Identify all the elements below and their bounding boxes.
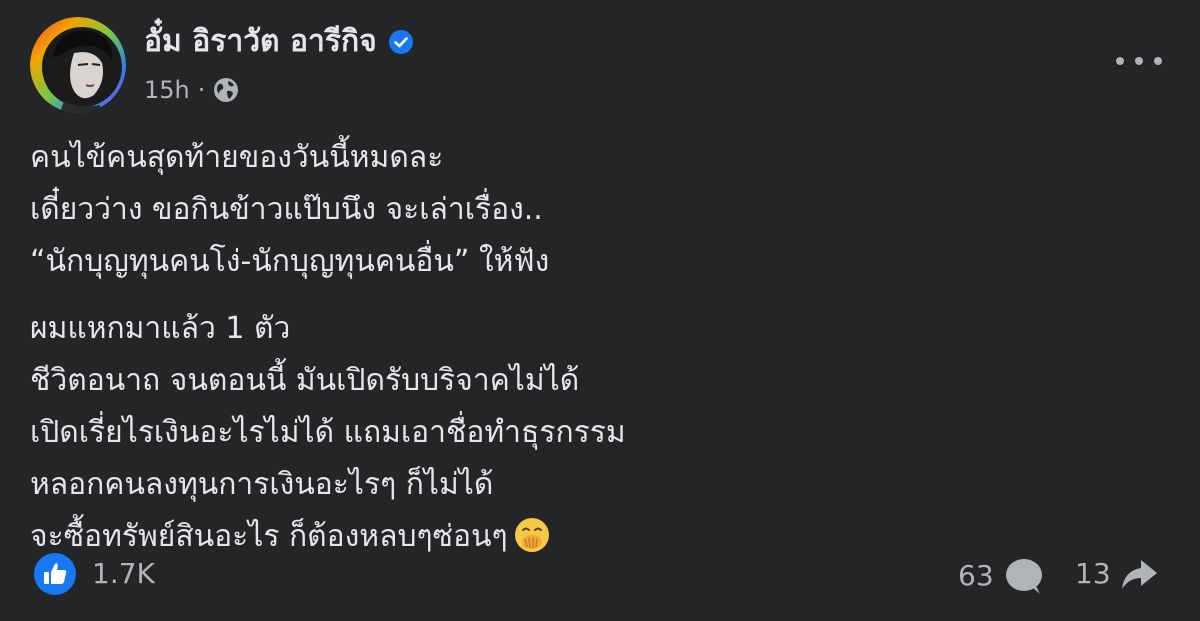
- post-timestamp[interactable]: 15h: [144, 72, 190, 108]
- like-count[interactable]: 1.7K: [92, 556, 155, 592]
- post-line: เปิดเรี่ยไรเงินอะไรไม่ได้ แถมเอาชื่อทำธุ…: [30, 415, 626, 450]
- post-reactions-bar: 1.7K 63 13: [0, 540, 1200, 610]
- avatar-image: [30, 17, 126, 113]
- post-line: เดี๋ยวว่าง ขอกินข้าวแป๊บนึง จะเล่าเรื่อง…: [30, 192, 543, 227]
- comment-count[interactable]: 63: [958, 558, 994, 594]
- author-name[interactable]: อั๋ม อิราวัต อารีกิจ: [144, 20, 413, 64]
- post-line: หลอกคนลงทุนการเงินอะไรๆ ก็ไม่ได้: [30, 467, 494, 502]
- author-name-text[interactable]: อั๋ม อิราวัต อารีกิจ: [144, 20, 377, 64]
- more-options-icon-dot: [1116, 57, 1124, 65]
- like-reaction-icon[interactable]: [34, 553, 76, 595]
- comments-button[interactable]: 63: [958, 556, 1046, 596]
- more-options-icon-dot: [1154, 57, 1162, 65]
- post-line: คนไข้คนสุดท้ายของวันนี้หมดละ: [30, 140, 444, 175]
- post-paragraph-1: คนไข้คนสุดท้ายของวันนี้หมดละ เดี๋ยวว่าง …: [30, 132, 1150, 288]
- post-line: ผมแหกมาแล้ว 1 ตัว: [30, 311, 291, 346]
- more-options-button[interactable]: [1116, 50, 1162, 72]
- post-paragraph-2: ผมแหกมาแล้ว 1 ตัว ชีวิตอนาถ จนตอนนี้ มัน…: [30, 303, 1150, 563]
- comment-icon: [1005, 559, 1042, 594]
- author-avatar[interactable]: [30, 17, 126, 113]
- more-options-icon-dot: [1135, 57, 1143, 65]
- post-line: ชีวิตอนาถ จนตอนนี้ มันเปิดรับบริจาคไม่ได…: [30, 363, 580, 398]
- shares-button[interactable]: 13: [1075, 556, 1159, 592]
- meta-separator: ·: [197, 76, 206, 104]
- facebook-post: อั๋ม อิราวัต อารีกิจ 15h · คนไข้คนสุดท้า…: [0, 0, 1200, 621]
- share-count[interactable]: 13: [1075, 556, 1111, 592]
- post-body: คนไข้คนสุดท้ายของวันนี้หมดละ เดี๋ยวว่าง …: [30, 132, 1150, 578]
- share-icon: [1121, 560, 1157, 589]
- globe-icon[interactable]: [213, 77, 239, 103]
- post-line: “นักบุญทุนคนโง่-นักบุญทุนคนอื่น” ให้ฟัง: [30, 244, 550, 279]
- verified-badge-icon: [388, 30, 413, 54]
- post-meta: 15h ·: [144, 72, 239, 108]
